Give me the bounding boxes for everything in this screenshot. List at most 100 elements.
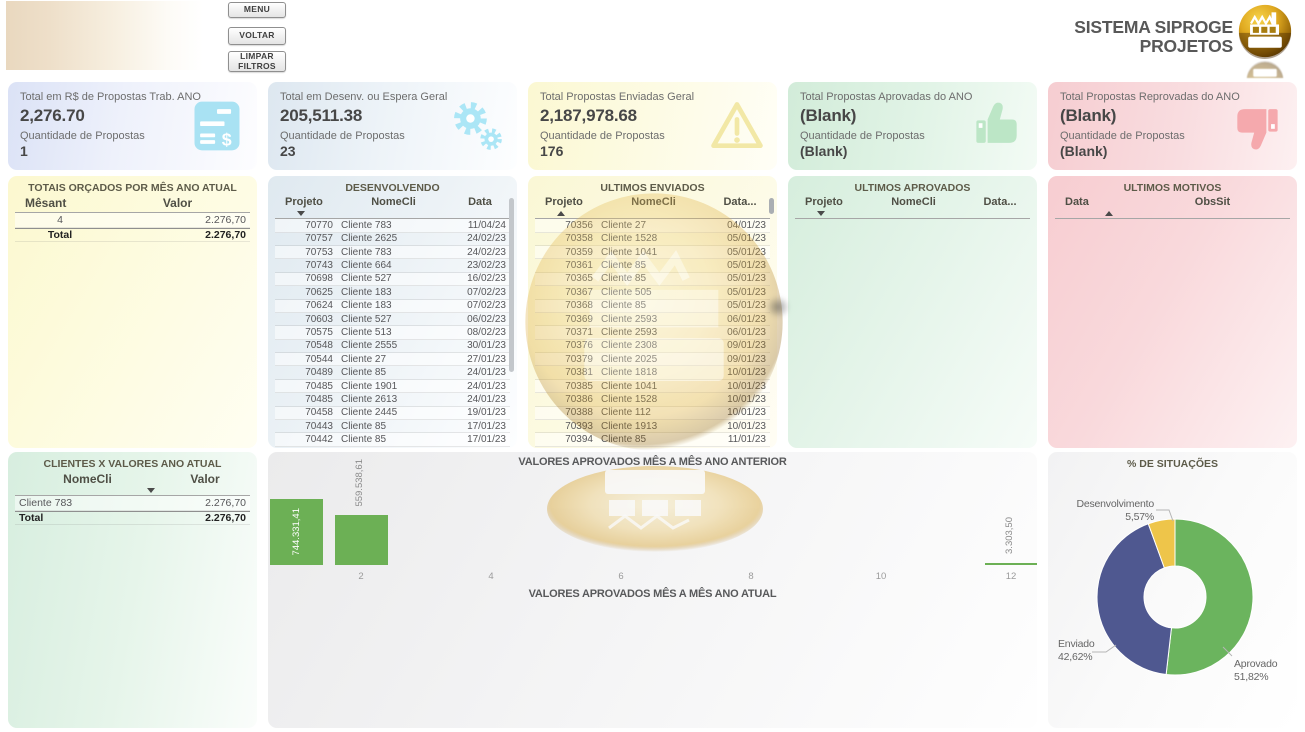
cell: 70544 <box>275 354 337 365</box>
table-row[interactable]: 70376Cliente 230809/01/23 <box>535 340 770 353</box>
cell: 05/01/23 <box>710 247 770 258</box>
column-header[interactable]: Mêsant <box>15 196 105 210</box>
panel-desenvolvendo: DESENVOLVENDO ProjetoNomeCliData70770Cli… <box>268 176 517 448</box>
bar[interactable] <box>985 563 1038 565</box>
column-header[interactable]: Data <box>450 196 510 216</box>
table-row[interactable]: 70393Cliente 191310/01/23 <box>535 420 770 433</box>
table-row[interactable]: 70485Cliente 190124/01/23 <box>275 380 510 393</box>
table-row[interactable]: 70381Cliente 181810/01/23 <box>535 366 770 379</box>
table-row[interactable]: 70698Cliente 52716/02/23 <box>275 273 510 286</box>
chart-title-ano-atual: VALORES APROVADOS MÊS A MÊS ANO ATUAL <box>268 588 1037 600</box>
cell: 70489 <box>275 367 337 378</box>
table-row[interactable]: 70575Cliente 51308/02/23 <box>275 326 510 339</box>
table-row[interactable]: 70368Cliente 8505/01/23 <box>535 300 770 313</box>
x-tick-label: 4 <box>476 571 506 582</box>
cell: 70361 <box>535 260 597 271</box>
bar[interactable] <box>335 515 388 565</box>
table-total-row: Total2.276,70 <box>15 228 250 243</box>
cell: Cliente 527 <box>337 273 450 284</box>
column-header[interactable]: NomeCli <box>597 196 710 216</box>
column-header[interactable]: Projeto <box>275 196 337 216</box>
table-row[interactable]: 70753Cliente 78324/02/23 <box>275 246 510 259</box>
table-header-row: Projeto NomeCli Data... <box>795 196 1030 219</box>
column-header-label: NomeCli <box>891 196 936 209</box>
column-header[interactable]: Data... <box>970 196 1030 216</box>
column-header[interactable]: Data... <box>710 196 770 216</box>
cell: 24/02/23 <box>450 233 510 244</box>
table-row[interactable]: 70365Cliente 8505/01/23 <box>535 273 770 286</box>
menu-button[interactable]: MENU <box>228 2 286 18</box>
cell: 70369 <box>535 314 597 325</box>
column-header[interactable]: Projeto <box>535 196 597 216</box>
table-row[interactable]: 70358Cliente 152805/01/23 <box>535 233 770 246</box>
table-row[interactable]: 70367Cliente 50505/01/23 <box>535 286 770 299</box>
table-row[interactable]: 70544Cliente 2727/01/23 <box>275 353 510 366</box>
table-row[interactable]: 70386Cliente 152810/01/23 <box>535 393 770 406</box>
column-header-label: Projeto <box>545 196 583 209</box>
table-row[interactable]: 70625Cliente 18307/02/23 <box>275 286 510 299</box>
table-row[interactable]: 70485Cliente 261324/01/23 <box>275 393 510 406</box>
slice-aprovado[interactable] <box>1166 519 1253 675</box>
table-row[interactable]: 70770Cliente 78311/04/24 <box>275 219 510 232</box>
table-row[interactable]: 70458Cliente 244519/01/23 <box>275 407 510 420</box>
cell: Cliente 2593 <box>597 327 710 338</box>
table-row[interactable]: 70443Cliente 8517/01/23 <box>275 420 510 433</box>
table-row[interactable]: 70548Cliente 255530/01/23 <box>275 340 510 353</box>
cell: 05/01/23 <box>710 287 770 298</box>
scrollbar[interactable] <box>769 198 774 214</box>
thumbs-down-icon <box>1227 96 1287 156</box>
table-row[interactable]: 70371Cliente 259306/01/23 <box>535 326 770 339</box>
table-header-row: ProjetoNomeCliData <box>275 196 510 219</box>
cell: Total <box>15 229 105 241</box>
table-row[interactable]: 70603Cliente 52706/02/23 <box>275 313 510 326</box>
table-row[interactable]: 70757Cliente 262524/02/23 <box>275 233 510 246</box>
column-header[interactable]: NomeCli <box>15 472 160 493</box>
column-header[interactable]: NomeCli <box>337 196 450 216</box>
table-row[interactable]: Cliente 7832.276,70 <box>15 496 250 511</box>
table-row[interactable]: 70361Cliente 8505/01/23 <box>535 259 770 272</box>
cell: 70458 <box>275 407 337 418</box>
slice-name: Desenvolvimento <box>1048 498 1154 511</box>
column-header[interactable]: NomeCli <box>857 196 970 216</box>
gears-icon <box>447 96 507 156</box>
table-row[interactable]: 70359Cliente 104105/01/23 <box>535 246 770 259</box>
cell: 07/02/23 <box>450 287 510 298</box>
cell: 70379 <box>535 354 597 365</box>
table-row[interactable]: 70489Cliente 8524/01/23 <box>275 366 510 379</box>
cell: Cliente 664 <box>337 260 450 271</box>
cell: 10/01/23 <box>710 381 770 392</box>
table-total-row: Total2.276,70 <box>15 511 250 526</box>
voltar-button[interactable]: VOLTAR <box>228 27 286 45</box>
table-row[interactable]: 70369Cliente 259306/01/23 <box>535 313 770 326</box>
column-header[interactable]: Data <box>1055 196 1135 216</box>
cell: 08/02/23 <box>450 327 510 338</box>
cell: 06/02/23 <box>450 314 510 325</box>
table-row[interactable]: 70624Cliente 18307/02/23 <box>275 300 510 313</box>
table-row[interactable]: 70388Cliente 11210/01/23 <box>535 407 770 420</box>
table-row[interactable]: 70385Cliente 104110/01/23 <box>535 380 770 393</box>
scrollbar[interactable] <box>509 198 514 372</box>
cell: Cliente 2445 <box>337 407 450 418</box>
cell: 10/01/23 <box>710 421 770 432</box>
motivos-table: DataObsSit <box>1055 196 1290 219</box>
cell: 2.276,70 <box>160 497 250 509</box>
table-row[interactable]: 42.276,70 <box>15 213 250 228</box>
table-row[interactable]: 70356Cliente 2704/01/23 <box>535 219 770 232</box>
panel-title: CLIENTES X VALORES ANO ATUAL <box>8 452 257 470</box>
column-header[interactable]: Valor <box>160 472 250 493</box>
cell: 17/01/23 <box>450 421 510 432</box>
sort-asc-icon <box>1105 211 1113 216</box>
table-row[interactable]: 70442Cliente 8517/01/23 <box>275 433 510 446</box>
bar-value-label: 3.303,50 <box>1004 517 1015 559</box>
limpar-filtros-button[interactable]: LIMPAR FILTROS <box>228 51 286 72</box>
table-row[interactable]: 70379Cliente 202509/01/23 <box>535 353 770 366</box>
cell: 05/01/23 <box>710 233 770 244</box>
cell: 19/01/23 <box>450 407 510 418</box>
column-header[interactable]: Valor <box>105 196 250 210</box>
cell: 70385 <box>535 381 597 392</box>
table-row[interactable]: 70394Cliente 8511/01/23 <box>535 433 770 446</box>
column-header[interactable]: ObsSit <box>1135 196 1290 216</box>
column-header[interactable]: Projeto <box>795 196 857 216</box>
cell: 70485 <box>275 394 337 405</box>
table-row[interactable]: 70743Cliente 66423/02/23 <box>275 259 510 272</box>
